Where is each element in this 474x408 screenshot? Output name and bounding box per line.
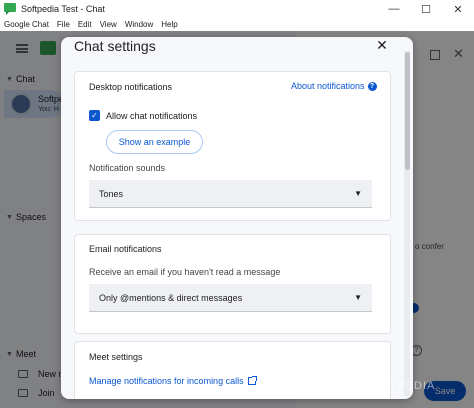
allow-notifications-checkbox[interactable]: ✓	[89, 110, 100, 121]
notification-sounds-value: Tones	[99, 188, 124, 199]
chevron-down-icon: ▼	[354, 293, 362, 302]
menu-window[interactable]: Window	[125, 20, 153, 29]
window-title: Softpedia Test - Chat	[21, 4, 105, 14]
email-receive-label: Receive an email if you haven't read a m…	[89, 267, 281, 277]
softpedia-watermark: SOFTPEDIA	[364, 380, 436, 392]
notification-sounds-select[interactable]: Tones ▼	[89, 180, 372, 208]
menu-bar: Google Chat File Edit View Window Help	[0, 18, 474, 31]
maximize-button[interactable]: ☐	[410, 0, 442, 18]
manage-calls-label: Manage notifications for incoming calls	[89, 376, 244, 386]
help-icon: ?	[367, 81, 377, 91]
menu-google-chat[interactable]: Google Chat	[4, 20, 49, 29]
meet-settings-heading: Meet settings	[89, 352, 143, 362]
menu-view[interactable]: View	[100, 20, 117, 29]
desktop-notifications-card: Desktop notifications About notification…	[74, 71, 391, 221]
desktop-notifications-heading: Desktop notifications	[89, 82, 173, 92]
email-notifications-select[interactable]: Only @mentions & direct messages ▼	[89, 284, 372, 312]
window-titlebar: Softpedia Test - Chat — ☐ ✕	[0, 0, 474, 18]
show-example-button[interactable]: Show an example	[106, 130, 203, 154]
chevron-down-icon: ▼	[354, 189, 362, 198]
window-controls: — ☐ ✕	[378, 0, 474, 18]
manage-calls-link[interactable]: Manage notifications for incoming calls	[89, 376, 257, 386]
close-window-button[interactable]: ✕	[442, 0, 474, 18]
menu-file[interactable]: File	[57, 20, 70, 29]
notification-sounds-label: Notification sounds	[89, 163, 166, 173]
dialog-scrollbar-thumb[interactable]	[405, 52, 410, 170]
minimize-button[interactable]: —	[378, 0, 410, 18]
about-notifications-label: About notifications	[291, 81, 365, 91]
google-chat-app-icon	[4, 3, 16, 15]
about-notifications-link[interactable]: About notifications ?	[291, 81, 377, 91]
menu-help[interactable]: Help	[161, 20, 177, 29]
chat-settings-dialog: Chat settings ✕ Desktop notifications Ab…	[61, 37, 413, 399]
menu-edit[interactable]: Edit	[78, 20, 92, 29]
email-notifications-value: Only @mentions & direct messages	[99, 292, 243, 303]
dialog-close-icon[interactable]: ✕	[374, 37, 390, 53]
email-notifications-card: Email notifications Receive an email if …	[74, 234, 391, 334]
meet-settings-card: Meet settings Manage notifications for i…	[74, 341, 391, 399]
email-notifications-heading: Email notifications	[89, 244, 162, 254]
allow-notifications-label: Allow chat notifications	[106, 111, 198, 121]
dialog-title: Chat settings	[74, 38, 156, 54]
open-external-icon	[247, 376, 257, 385]
